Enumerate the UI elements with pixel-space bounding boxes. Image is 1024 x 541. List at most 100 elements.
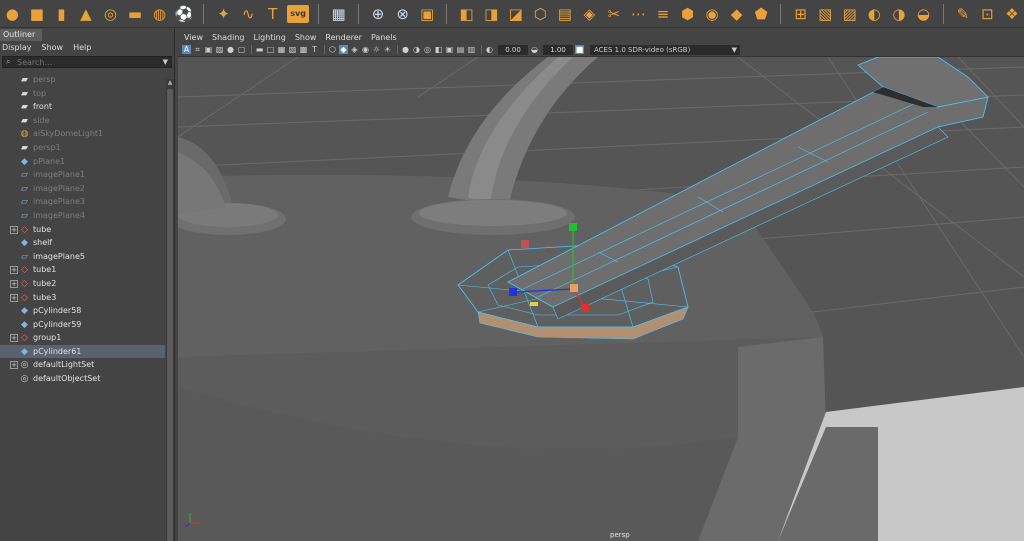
select-camera-icon[interactable]: A xyxy=(182,45,191,54)
outliner-item-tube1[interactable]: + ◇ tube1 xyxy=(0,263,165,277)
manip-y-handle[interactable] xyxy=(569,223,577,231)
exposure-icon[interactable]: ◐ xyxy=(485,45,494,54)
star-sparkle-icon[interactable]: ✦ xyxy=(213,3,234,25)
all-lights-icon[interactable]: ☀ xyxy=(383,45,392,54)
cube-icon[interactable]: ■ xyxy=(27,3,48,25)
outliner-search-input[interactable] xyxy=(17,57,157,67)
extrude-icon[interactable]: ▤ xyxy=(555,3,576,25)
color-management-icon[interactable]: ■ xyxy=(575,45,584,54)
spherical-map-icon[interactable]: ◐ xyxy=(864,3,885,25)
reduce-icon[interactable]: ◆ xyxy=(726,3,747,25)
viewport-menu-shading[interactable]: Shading xyxy=(212,33,245,42)
motion-blur-icon[interactable]: ◎ xyxy=(423,45,432,54)
view-transform-dropdown[interactable]: ACES 1.0 SDR-video (sRGB) ▼ xyxy=(590,44,740,55)
outliner-item-imageplane3[interactable]: ▱ imagePlane3 xyxy=(0,195,165,209)
scroll-thumb[interactable] xyxy=(167,89,173,541)
safe-title-icon[interactable]: T xyxy=(310,45,319,54)
chevron-down-icon[interactable]: ▼ xyxy=(163,57,168,67)
outliner-item-aiskydomelight1[interactable]: ◍ aiSkyDomeLight1 xyxy=(0,127,165,141)
outliner-item-pplane1[interactable]: ◆ pPlane1 xyxy=(0,155,165,169)
outliner-item-pcylinder59[interactable]: ◆ pCylinder59 xyxy=(0,318,165,332)
insert-edge-loop-icon[interactable]: ⋯ xyxy=(628,3,649,25)
exposure-field[interactable]: 0.00 xyxy=(498,44,528,55)
two-d-pan-icon[interactable]: ● xyxy=(226,45,235,54)
xray-icon[interactable]: ◉ xyxy=(361,45,370,54)
unfold-icon[interactable]: ◒ xyxy=(913,3,934,25)
wireframe-icon[interactable]: ⬡ xyxy=(328,45,337,54)
outliner-item-group1[interactable]: + ◇ group1 xyxy=(0,331,165,345)
offset-edge-loop-icon[interactable]: ≡ xyxy=(653,3,674,25)
helix-icon[interactable]: ∿ xyxy=(238,3,259,25)
camera-attributes-icon[interactable]: ⌗ xyxy=(193,45,202,54)
brush-icon[interactable]: ✎ xyxy=(953,3,974,25)
sphere-icon[interactable]: ● xyxy=(2,3,23,25)
fill-hole-icon[interactable]: ◈ xyxy=(579,3,600,25)
outliner-item-imageplane1[interactable]: ▱ imagePlane1 xyxy=(0,168,165,182)
gamma-icon[interactable]: ◒ xyxy=(530,45,539,54)
text-icon[interactable]: T xyxy=(262,3,283,25)
film-gate-icon[interactable]: ▬ xyxy=(255,45,264,54)
field-chart-icon[interactable]: ▧ xyxy=(288,45,297,54)
outliner-item-tube3[interactable]: + ◇ tube3 xyxy=(0,291,165,305)
manip-z-handle[interactable] xyxy=(509,288,517,296)
separate-icon[interactable]: ◧ xyxy=(456,3,477,25)
shadows-icon[interactable]: ● xyxy=(401,45,410,54)
plane-icon[interactable]: ▬ xyxy=(125,3,146,25)
outliner-item-tube[interactable]: + ◇ tube xyxy=(0,223,165,237)
expand-icon[interactable]: + xyxy=(10,266,18,275)
viewport-menu-lighting[interactable]: Lighting xyxy=(253,33,285,42)
outliner-item-defaultobjectset[interactable]: ◎ defaultObjectSet xyxy=(0,372,165,386)
extract-icon[interactable]: ◨ xyxy=(481,3,502,25)
safe-action-icon[interactable]: ▩ xyxy=(299,45,308,54)
cone-icon[interactable]: ▲ xyxy=(76,3,97,25)
viewport-menu-renderer[interactable]: Renderer xyxy=(325,33,362,42)
expand-icon[interactable]: + xyxy=(10,334,18,343)
viewport-menu-show[interactable]: Show xyxy=(295,33,317,42)
anti-aliasing-icon[interactable]: ◧ xyxy=(434,45,443,54)
grease-pencil-icon[interactable]: ▢ xyxy=(237,45,246,54)
outliner-item-top[interactable]: ▰ top xyxy=(0,87,165,101)
auto-map-icon[interactable]: ◑ xyxy=(889,3,910,25)
use-default-light-icon[interactable]: ☼ xyxy=(372,45,381,54)
outliner-item-imageplane2[interactable]: ▱ imagePlane2 xyxy=(0,182,165,196)
screen-space-ao-icon[interactable]: ◑ xyxy=(412,45,421,54)
expand-icon[interactable]: + xyxy=(10,293,18,302)
scroll-up-icon[interactable]: ▲ xyxy=(166,79,174,86)
outliner-item-side[interactable]: ▰ side xyxy=(0,114,165,128)
manip-x-handle[interactable] xyxy=(581,304,589,312)
outliner-item-pcylinder61[interactable]: ◆ pCylinder61 xyxy=(0,344,165,359)
wireframe-on-shaded-icon[interactable]: ◈ xyxy=(350,45,359,54)
image-plane-toggle-icon[interactable]: ▨ xyxy=(215,45,224,54)
bridge-icon[interactable]: ⬡ xyxy=(530,3,551,25)
bookmark-icon[interactable]: ▣ xyxy=(204,45,213,54)
center-pivot-icon[interactable]: ⊕ xyxy=(368,3,389,25)
freeze-transform-icon[interactable]: ⊗ xyxy=(392,3,413,25)
manip-center-handle[interactable] xyxy=(570,284,578,292)
outliner-item-shelf[interactable]: ◆ shelf xyxy=(0,236,165,250)
gate-mask-icon[interactable]: ▦ xyxy=(277,45,286,54)
outliner-item-tube2[interactable]: + ◇ tube2 xyxy=(0,277,165,291)
combine-icon[interactable]: ▣ xyxy=(417,3,438,25)
outliner-tab[interactable]: Outliner xyxy=(0,29,42,41)
mirror-icon[interactable]: ⬟ xyxy=(751,3,772,25)
manip-plane-handle[interactable] xyxy=(521,240,529,248)
outliner-menu-display[interactable]: Display xyxy=(2,43,32,52)
outliner-menu-show[interactable]: Show xyxy=(42,43,64,52)
outliner-item-imageplane5[interactable]: ▱ imagePlane5 xyxy=(0,250,165,264)
expand-icon[interactable]: + xyxy=(10,225,18,234)
perspective-viewport[interactable]: persp xyxy=(178,57,1024,541)
crop-icon[interactable]: ⊡ xyxy=(977,3,998,25)
uv-editor-icon[interactable]: ⊞ xyxy=(790,3,811,25)
xray-joints-icon[interactable]: ▥ xyxy=(467,45,476,54)
extra-icon[interactable]: ❖ xyxy=(1002,3,1023,25)
svg-icon[interactable]: svg xyxy=(286,4,310,23)
expand-icon[interactable]: + xyxy=(10,361,18,370)
depth-of-field-icon[interactable]: ▣ xyxy=(445,45,454,54)
soccer-ball-icon[interactable]: ⚽ xyxy=(174,3,195,25)
torus-icon[interactable]: ◎ xyxy=(100,3,121,25)
expand-icon[interactable]: + xyxy=(10,279,18,288)
outliner-item-front[interactable]: ▰ front xyxy=(0,100,165,114)
outliner-menu-help[interactable]: Help xyxy=(73,43,91,52)
outliner-item-persp1[interactable]: ▰ persp1 xyxy=(0,141,165,155)
grid-icon[interactable]: ▦ xyxy=(328,3,349,25)
